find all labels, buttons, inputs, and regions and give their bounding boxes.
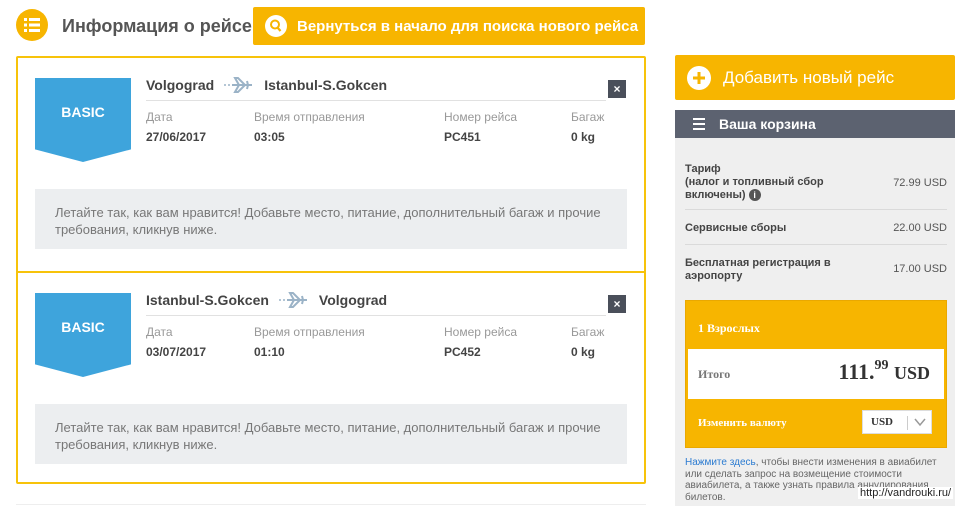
time-value: 03:05 (254, 130, 285, 144)
destination: Istanbul-S.Gokcen (264, 77, 388, 93)
fare-amount: 72.99 USD (893, 177, 947, 189)
cart-header: Ваша корзина (675, 110, 955, 138)
click-here-link[interactable]: Нажмите здесь (685, 457, 756, 468)
checkin-amount: 17.00 USD (893, 263, 947, 275)
date-label: Дата (146, 110, 173, 124)
add-flight-label: Добавить новый рейс (723, 67, 895, 87)
divider (685, 209, 947, 210)
total-panel: Итого 111.99 USD (688, 349, 944, 399)
menu-icon (687, 110, 711, 138)
search-icon (265, 15, 287, 37)
divider (146, 100, 606, 101)
remove-flight-button[interactable]: × (608, 295, 626, 313)
flight-card: BASIC Volgograd Istanbul-S.Gokcen × Дата… (18, 58, 644, 271)
cart-row-checkin: Бесплатная регистрация в аэропорту 17.00… (685, 257, 947, 283)
flight-list: BASIC Volgograd Istanbul-S.Gokcen × Дата… (16, 56, 646, 484)
flight-number-value: PC451 (444, 130, 481, 144)
flight-number-label: Номер рейса (444, 325, 517, 339)
total-label: Итого (698, 367, 731, 381)
flight-route: Volgograd Istanbul-S.Gokcen (146, 76, 387, 94)
flight-number-label: Номер рейса (444, 110, 517, 124)
plus-icon (687, 65, 711, 90)
date-value: 03/07/2017 (146, 345, 207, 359)
info-icon[interactable]: i (748, 189, 761, 202)
baggage-label: Багаж (571, 325, 605, 339)
flight-route: Istanbul-S.Gokcen Volgograd (146, 291, 387, 309)
origin: Istanbul-S.Gokcen (146, 292, 269, 308)
date-value: 27/06/2017 (146, 130, 207, 144)
divider (907, 416, 908, 430)
origin: Volgograd (146, 77, 215, 93)
fare-badge: BASIC (35, 78, 131, 162)
passengers-count: 1 Взрослых (698, 321, 760, 335)
currency-select[interactable]: USD (862, 410, 932, 434)
flight-number-value: PC452 (444, 345, 481, 359)
total-amount: 111.99 USD (838, 358, 930, 385)
cart-panel: Ваша корзина Тариф (налог и топливный сбо… (675, 110, 955, 506)
flight-card: BASIC Istanbul-S.Gokcen Volgograd × Дата… (18, 271, 644, 484)
remove-flight-button[interactable]: × (608, 80, 626, 98)
service-fees-amount: 22.00 USD (893, 222, 947, 234)
divider (146, 315, 606, 316)
fare-label: Тариф (685, 163, 721, 175)
page-title: Информация о рейсе (62, 16, 252, 36)
baggage-value: 0 kg (571, 345, 596, 359)
baggage-value: 0 kg (571, 130, 596, 144)
divider (685, 244, 947, 245)
fare-badge: BASIC (35, 293, 131, 377)
checkin-label: Бесплатная регистрация в аэропорту (685, 257, 831, 282)
total-currency: USD (893, 363, 930, 383)
back-button-label: Вернуться в начало для поиска нового рей… (297, 17, 639, 35)
back-to-search-button[interactable]: Вернуться в начало для поиска нового рей… (253, 7, 645, 45)
chevron-down-icon (914, 418, 926, 427)
service-fees-label: Сервисные сборы (685, 222, 787, 234)
destination: Volgograd (318, 292, 388, 308)
total-box: 1 Взрослых Итого 111.99 USD Изменить вал… (685, 300, 947, 448)
cart-row-fare: Тариф (налог и топливный сбор включены) i … (685, 163, 947, 202)
time-value: 01:10 (254, 345, 285, 359)
cart-title: Ваша корзина (719, 116, 816, 132)
extras-promo[interactable]: Летайте так, как вам нравится! Добавьте … (35, 404, 627, 464)
extras-promo[interactable]: Летайте так, как вам нравится! Добавьте … (35, 189, 627, 249)
total-integer: 111. (838, 359, 875, 384)
date-label: Дата (146, 325, 173, 339)
currency-value: USD (871, 416, 894, 428)
watermark: http://vandrouki.ru/ (858, 487, 954, 499)
plane-icon (224, 77, 253, 93)
divider (16, 504, 646, 505)
time-label: Время отправления (254, 325, 365, 339)
time-label: Время отправления (254, 110, 365, 124)
baggage-label: Багаж (571, 110, 605, 124)
add-flight-button[interactable]: Добавить новый рейс (675, 55, 955, 100)
cart-row-service-fees: Сервисные сборы 22.00 USD (685, 222, 947, 235)
change-currency-label: Изменить валюту (698, 417, 787, 429)
list-icon (16, 9, 48, 41)
plane-icon (278, 292, 307, 308)
total-decimals: 99 (874, 358, 889, 373)
